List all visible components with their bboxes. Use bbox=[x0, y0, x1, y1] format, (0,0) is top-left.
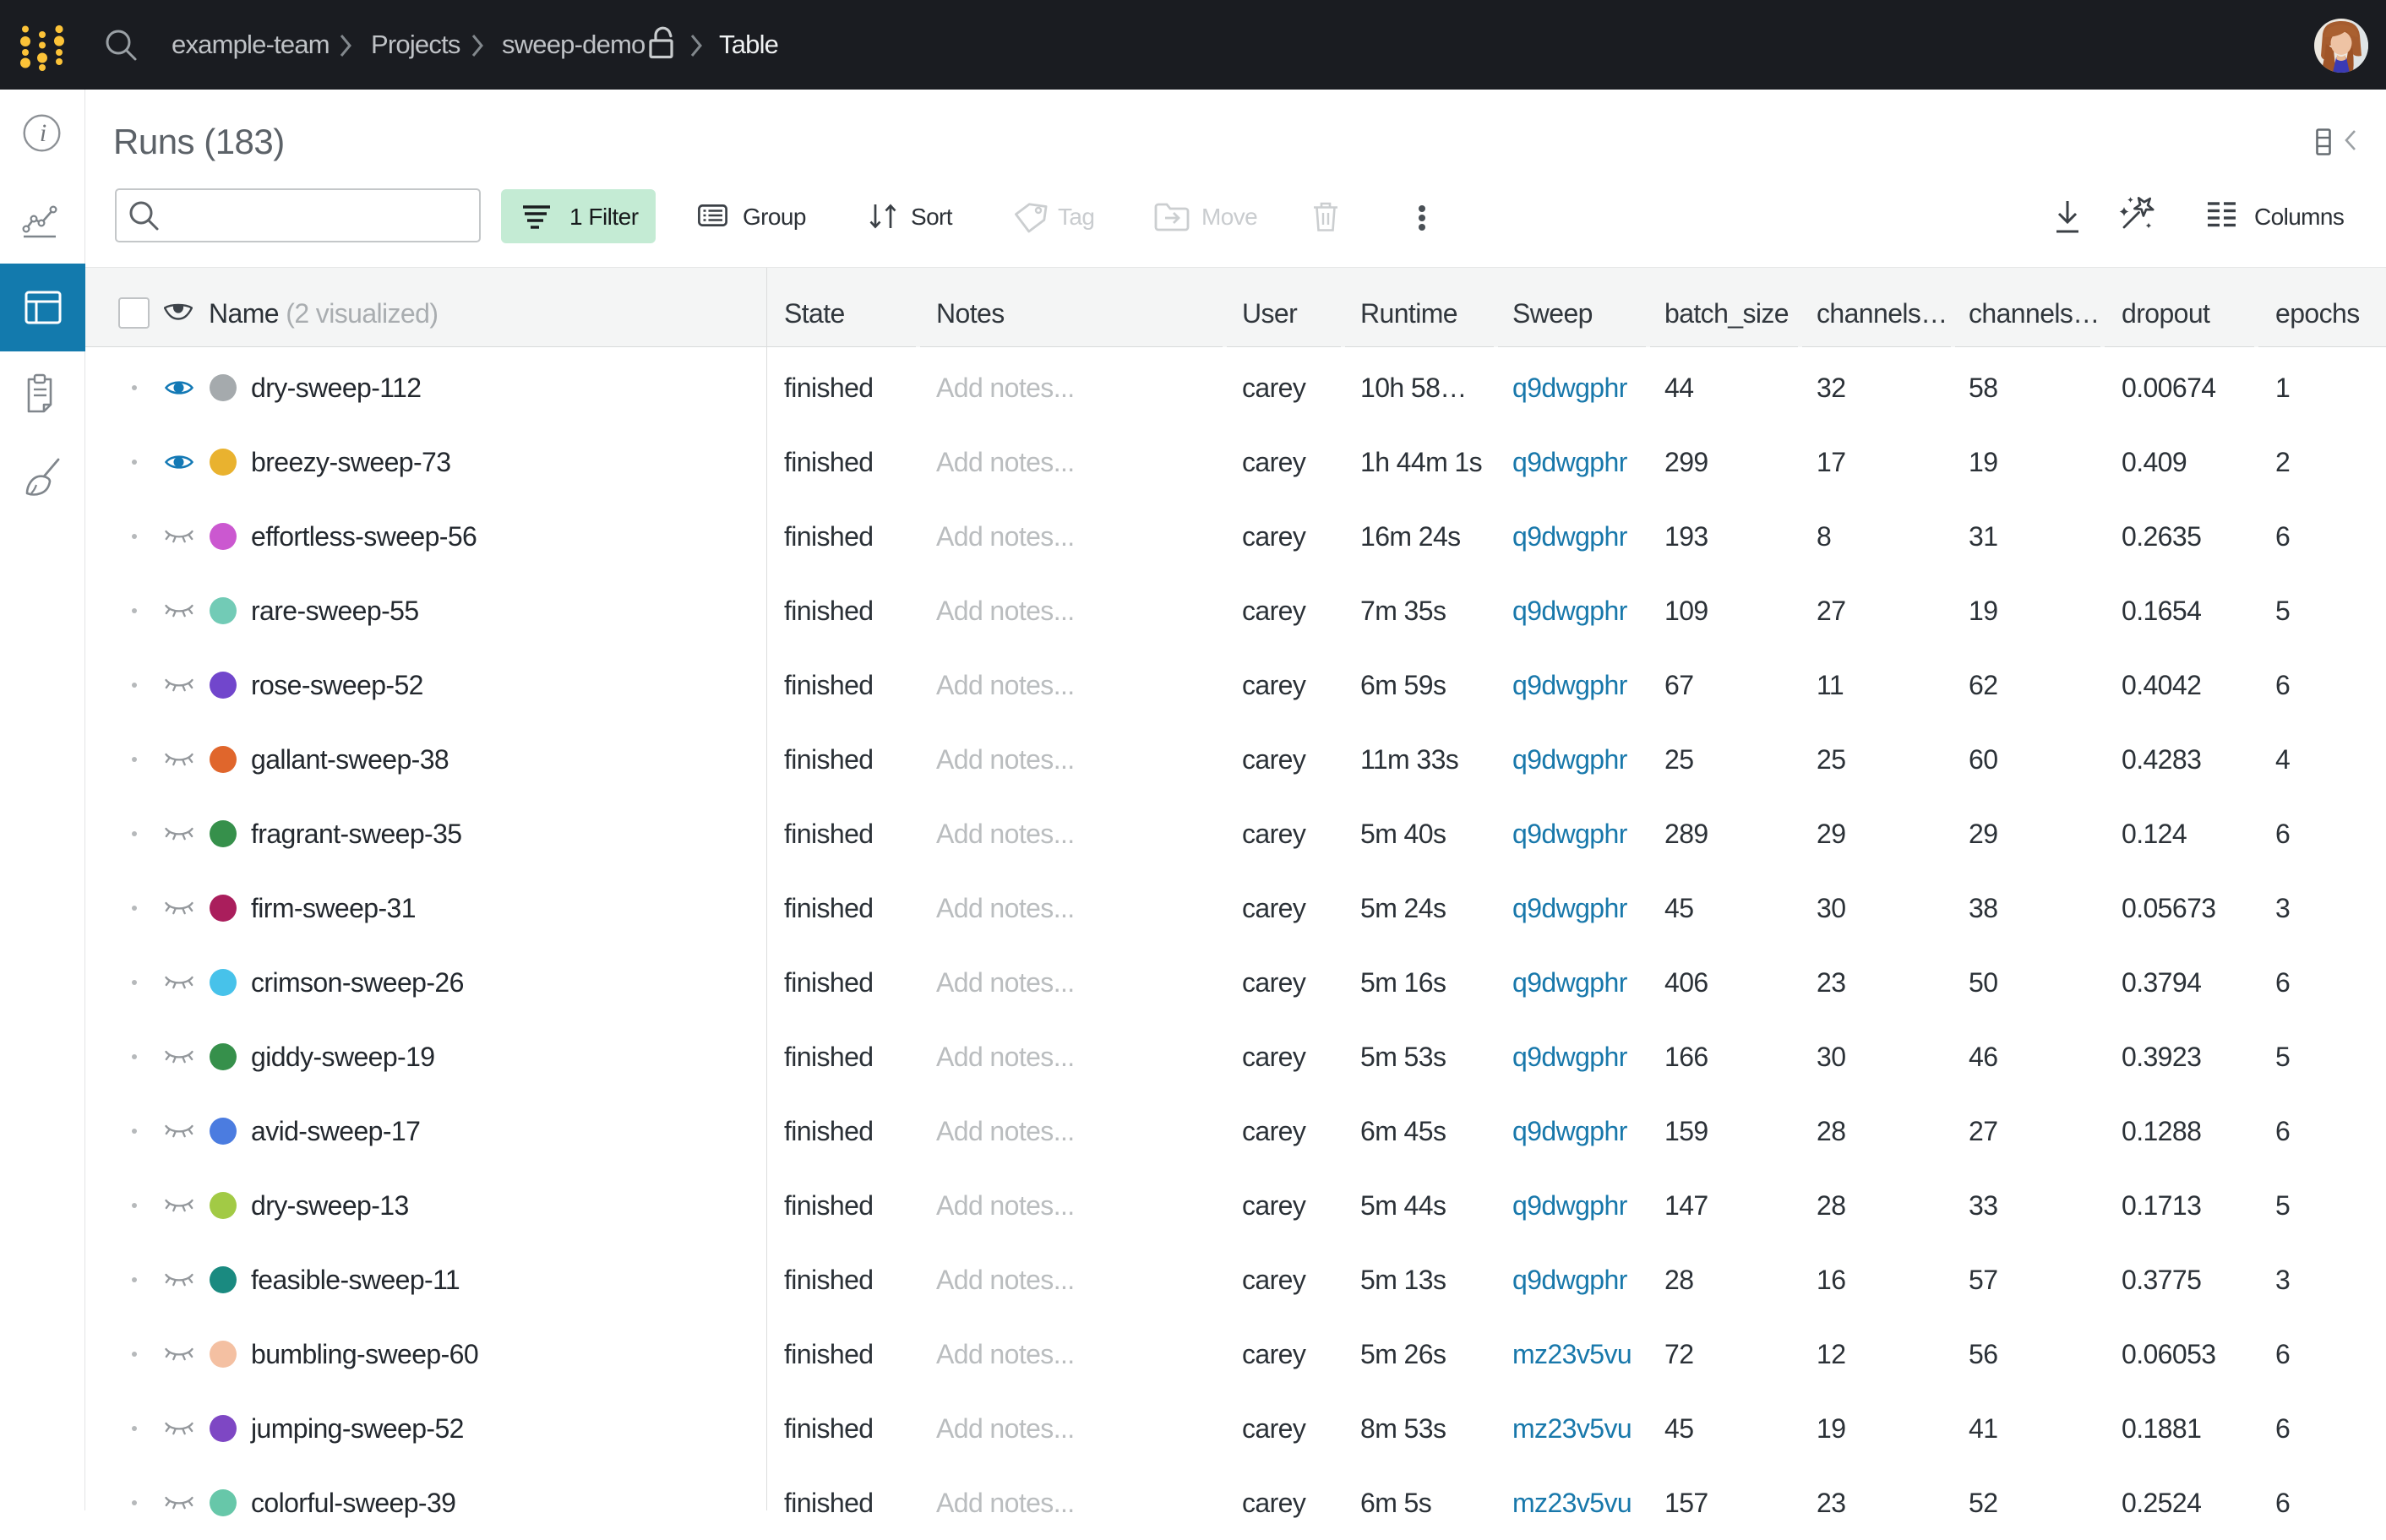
svg-text:i: i bbox=[40, 119, 46, 147]
